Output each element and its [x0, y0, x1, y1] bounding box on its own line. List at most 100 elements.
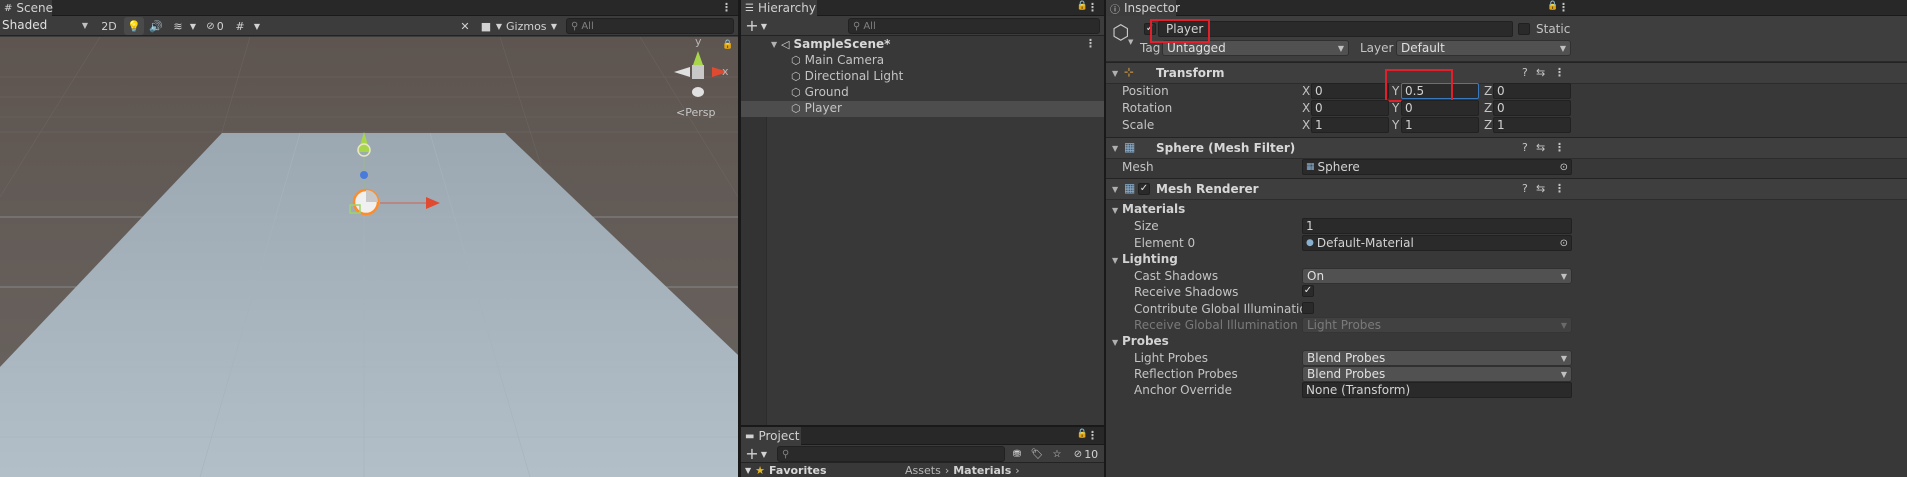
- rotation-x-field[interactable]: 0: [1311, 100, 1389, 116]
- favorites-row[interactable]: ▼ ★ Favorites: [741, 463, 901, 477]
- camera-icon[interactable]: ■: [478, 17, 494, 35]
- effects-toggle-icon[interactable]: ≋: [168, 17, 188, 35]
- presets-icon[interactable]: ⇆: [1536, 182, 1545, 195]
- effects-dropdown-icon[interactable]: ▼: [188, 17, 198, 35]
- scene-search-input[interactable]: ⚲ All: [566, 18, 734, 34]
- presets-icon[interactable]: ⇆: [1536, 141, 1545, 154]
- scale-y-label[interactable]: Y: [1392, 118, 1399, 132]
- component-menu-icon[interactable]: ⋮: [1554, 141, 1565, 154]
- scene-viewport[interactable]: y x 🔒 <Persp: [0, 37, 738, 477]
- camera-dropdown-icon[interactable]: ▼: [494, 17, 504, 35]
- component-menu-icon[interactable]: ⋮: [1554, 182, 1565, 195]
- rotation-y-label[interactable]: Y: [1392, 101, 1399, 115]
- position-z-field[interactable]: 0: [1493, 83, 1571, 99]
- hierarchy-scene-row[interactable]: ▼ ◁ SampleScene* ⋮: [741, 37, 1104, 53]
- grid-dropdown-icon[interactable]: ▼: [250, 17, 264, 35]
- lock-icon[interactable]: 🔒: [722, 40, 733, 50]
- cast-shadows-dropdown[interactable]: On ▼: [1302, 268, 1572, 284]
- mesh-object-field[interactable]: ▦ Sphere ⊙: [1302, 159, 1572, 175]
- element0-object-field[interactable]: ● Default-Material ⊙: [1302, 235, 1572, 251]
- transform-header[interactable]: ▼ ⊹ Transform ? ⇆ ⋮: [1106, 62, 1907, 84]
- receive-shadows-checkbox[interactable]: ✓: [1302, 285, 1314, 297]
- search-by-label-icon[interactable]: 🏷: [1029, 445, 1045, 463]
- position-y-label[interactable]: Y: [1392, 84, 1399, 98]
- scale-x-label[interactable]: X: [1302, 118, 1310, 132]
- lighting-label[interactable]: Lighting: [1122, 252, 1178, 266]
- position-y-field[interactable]: 0.5: [1401, 83, 1479, 99]
- breadcrumb-item[interactable]: Assets: [905, 464, 941, 477]
- anchor-override-field[interactable]: None (Transform): [1302, 382, 1572, 398]
- rotation-z-field[interactable]: 0: [1493, 100, 1571, 116]
- project-create-dropdown-icon[interactable]: ▼: [759, 445, 769, 463]
- reflection-probes-dropdown[interactable]: Blend Probes ▼: [1302, 366, 1572, 382]
- static-checkbox[interactable]: [1518, 23, 1530, 35]
- mesh-renderer-enabled-checkbox[interactable]: ✓: [1138, 183, 1150, 195]
- lighting-toggle-icon[interactable]: 💡: [124, 17, 144, 35]
- visibility-toggle-icon[interactable]: ⊘ 0: [202, 17, 228, 35]
- project-menu-icon[interactable]: ⋮: [1087, 429, 1098, 442]
- foldout-arrow-icon[interactable]: ▼: [1112, 69, 1118, 78]
- foldout-arrow-icon[interactable]: ▼: [1112, 185, 1118, 194]
- tag-dropdown[interactable]: Untagged ▼: [1162, 40, 1349, 56]
- hierarchy-item[interactable]: ⬡ Main Camera: [741, 53, 1104, 69]
- project-search-input[interactable]: ⚲: [777, 446, 1005, 462]
- layer-dropdown[interactable]: Default ▼: [1396, 40, 1571, 56]
- scene-menu-icon[interactable]: ⋮: [721, 1, 732, 14]
- grid-toggle-icon[interactable]: #: [232, 17, 248, 35]
- help-icon[interactable]: ?: [1522, 66, 1528, 79]
- object-picker-icon[interactable]: ⊙: [1560, 238, 1568, 249]
- active-checkbox[interactable]: ✓: [1144, 23, 1156, 35]
- materials-label[interactable]: Materials: [1122, 202, 1185, 216]
- create-dropdown-icon[interactable]: ▼: [759, 17, 769, 35]
- component-menu-icon[interactable]: ⋮: [1554, 66, 1565, 79]
- inspector-menu-icon[interactable]: ⋮: [1558, 1, 1569, 14]
- hidden-packages-toggle[interactable]: ⊘ 10: [1069, 445, 1103, 463]
- scale-z-label[interactable]: Z: [1484, 118, 1492, 132]
- foldout-arrow-icon[interactable]: ▼: [1112, 144, 1118, 153]
- light-probes-dropdown[interactable]: Blend Probes ▼: [1302, 350, 1572, 366]
- help-icon[interactable]: ?: [1522, 182, 1528, 195]
- hierarchy-item[interactable]: ⬡ Ground: [741, 85, 1104, 101]
- hierarchy-item-selected[interactable]: ⬡ Player: [741, 101, 1104, 117]
- rotation-x-label[interactable]: X: [1302, 101, 1310, 115]
- scene-row-menu-icon[interactable]: ⋮: [1085, 37, 1096, 50]
- probes-label[interactable]: Probes: [1122, 334, 1169, 348]
- favorite-star-icon[interactable]: ☆: [1049, 445, 1065, 463]
- rotation-z-label[interactable]: Z: [1484, 101, 1492, 115]
- orientation-gizmo[interactable]: y x: [668, 37, 730, 101]
- create-plus-icon[interactable]: +: [745, 16, 759, 35]
- mesh-filter-header[interactable]: ▼ ▦ Sphere (Mesh Filter) ? ⇆ ⋮: [1106, 137, 1907, 159]
- search-by-type-icon[interactable]: ⛃: [1009, 445, 1025, 463]
- materials-foldout-icon[interactable]: ▼: [1112, 206, 1118, 215]
- breadcrumb-item[interactable]: Materials: [953, 464, 1011, 477]
- contribute-gi-checkbox[interactable]: [1302, 302, 1314, 314]
- object-name-field[interactable]: Player: [1158, 21, 1513, 37]
- project-create-plus-icon[interactable]: +: [745, 444, 759, 463]
- help-icon[interactable]: ?: [1522, 141, 1528, 154]
- position-x-label[interactable]: X: [1302, 84, 1310, 98]
- icon-dropdown-icon[interactable]: ▼: [1128, 38, 1133, 46]
- mesh-renderer-header[interactable]: ▼ ▦ ✓ Mesh Renderer ? ⇆ ⋮: [1106, 178, 1907, 200]
- probes-foldout-icon[interactable]: ▼: [1112, 338, 1118, 347]
- persp-label[interactable]: <Persp: [676, 106, 715, 119]
- toggle-2d-button[interactable]: 2D: [98, 17, 120, 35]
- lighting-foldout-icon[interactable]: ▼: [1112, 256, 1118, 265]
- size-field[interactable]: 1: [1302, 218, 1572, 234]
- gizmos-dropdown-icon[interactable]: ▼: [548, 17, 560, 35]
- tools-icon[interactable]: ✕: [456, 17, 474, 35]
- object-picker-icon[interactable]: ⊙: [1560, 162, 1568, 173]
- gameobject-cube-icon[interactable]: ⬡: [1112, 20, 1129, 44]
- expand-arrow-icon[interactable]: ▼: [771, 40, 777, 49]
- tab-scene[interactable]: # Scene: [0, 0, 53, 16]
- hierarchy-item[interactable]: ⬡ Directional Light: [741, 69, 1104, 85]
- position-z-label[interactable]: Z: [1484, 84, 1492, 98]
- inspector-lock-icon[interactable]: 🔒: [1547, 1, 1558, 11]
- hierarchy-search-input[interactable]: ⚲ All: [848, 18, 1100, 34]
- position-x-field[interactable]: 0: [1311, 83, 1389, 99]
- tab-hierarchy[interactable]: ☰ Hierarchy: [741, 0, 817, 16]
- hierarchy-menu-icon[interactable]: ⋮: [1087, 1, 1098, 14]
- scale-z-field[interactable]: 1: [1493, 117, 1571, 133]
- gizmos-button[interactable]: Gizmos: [506, 17, 547, 35]
- scale-x-field[interactable]: 1: [1311, 117, 1389, 133]
- draw-mode-dropdown[interactable]: Shaded ▼: [0, 17, 92, 33]
